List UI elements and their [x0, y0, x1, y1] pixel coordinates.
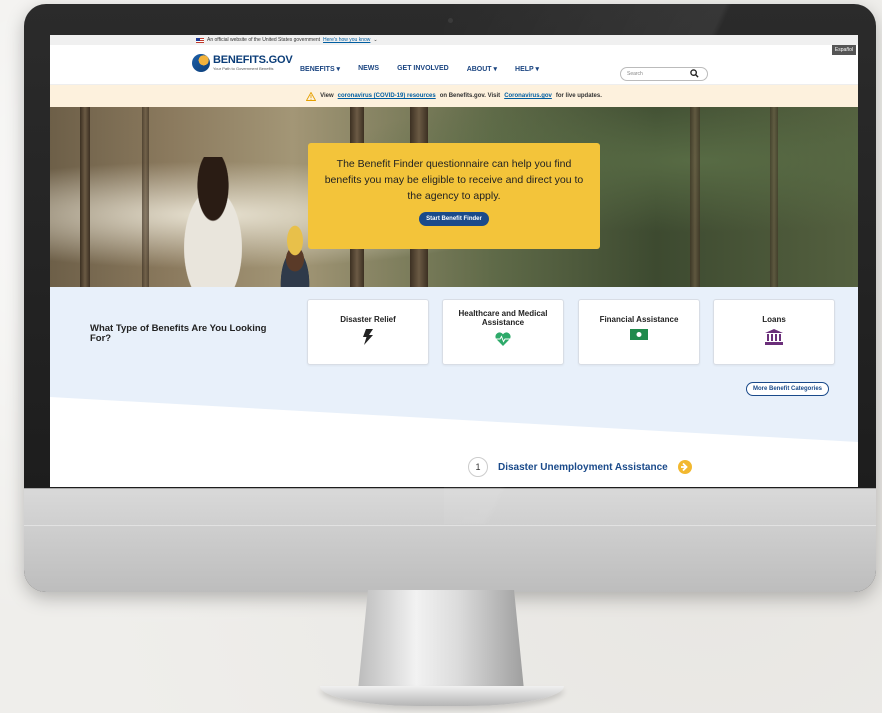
warning-icon	[306, 91, 317, 101]
search-input[interactable]: Search	[620, 67, 708, 81]
category-card-loans[interactable]: Loans	[713, 299, 835, 365]
monitor-stand-neck	[358, 590, 524, 690]
gov-banner: An official website of the United States…	[50, 35, 858, 45]
benefit-categories-section: What Type of Benefits Are You Looking Fo…	[50, 287, 858, 487]
search-placeholder: Search	[627, 71, 643, 77]
site-logo[interactable]: BENEFITS.GOV Your Path to Government Ben…	[192, 54, 293, 72]
category-card-financial-assistance[interactable]: Financial Assistance	[578, 299, 700, 365]
chevron-down-icon[interactable]: ⌄	[373, 37, 377, 43]
nav-help[interactable]: HELP ▾	[515, 65, 539, 73]
heartbeat-icon	[495, 332, 511, 346]
arrow-right-circle-icon[interactable]	[677, 460, 692, 474]
alert-middle: on Benefits.gov. Visit	[439, 93, 501, 99]
logo-subtitle: Your Path to Government Benefits	[213, 66, 274, 71]
nav-news[interactable]: NEWS	[358, 65, 379, 73]
search-icon[interactable]	[690, 69, 699, 78]
us-flag-icon	[196, 37, 204, 43]
nav-about[interactable]: ABOUT ▾	[467, 65, 497, 73]
featured-benefit-title[interactable]: Disaster Unemployment Assistance	[498, 462, 668, 473]
start-benefit-finder-button[interactable]: Start Benefit Finder	[419, 212, 489, 227]
money-bill-icon	[630, 328, 648, 340]
featured-number: 1	[468, 457, 488, 477]
covid-resources-link[interactable]: coronavirus (COVID-19) resources	[338, 93, 436, 99]
category-title: Loans	[762, 315, 786, 324]
benefits-heading: What Type of Benefits Are You Looking Fo…	[90, 323, 267, 345]
benefits-logo-icon	[192, 54, 210, 72]
coronavirus-gov-link[interactable]: Coronavirus.gov	[504, 93, 552, 99]
gov-banner-link[interactable]: Here's how you know	[323, 37, 370, 43]
browser-screen: An official website of the United States…	[50, 35, 858, 487]
site-header: BENEFITS.GOV Your Path to Government Ben…	[50, 45, 858, 85]
lightning-icon	[363, 328, 373, 345]
alert-prefix: View	[320, 93, 334, 99]
gov-banner-text: An official website of the United States…	[207, 37, 321, 43]
logo-title: BENEFITS.GOV	[213, 54, 293, 66]
hero-photo-woman	[168, 157, 258, 287]
category-card-healthcare[interactable]: Healthcare and Medical Assistance	[442, 299, 564, 365]
hero-section: The Benefit Finder questionnaire can hel…	[50, 107, 858, 287]
benefit-finder-text: The Benefit Finder questionnaire can hel…	[324, 158, 584, 202]
bank-icon	[765, 328, 783, 345]
benefit-finder-card: The Benefit Finder questionnaire can hel…	[308, 143, 600, 249]
more-benefit-categories-button[interactable]: More Benefit Categories	[746, 382, 830, 396]
category-title: Healthcare and Medical Assistance	[458, 309, 548, 327]
category-title: Disaster Relief	[340, 315, 396, 324]
category-title: Financial Assistance	[599, 315, 679, 324]
category-card-disaster-relief[interactable]: Disaster Relief	[307, 299, 429, 365]
monitor-chin	[24, 488, 876, 592]
covid-alert-banner: View coronavirus (COVID-19) resources on…	[50, 85, 858, 107]
camera	[448, 18, 453, 23]
nav-benefits[interactable]: BENEFITS ▾	[300, 65, 340, 73]
nav-get-involved[interactable]: GET INVOLVED	[397, 65, 449, 73]
featured-benefit[interactable]: 1 Disaster Unemployment Assistance	[468, 457, 692, 477]
main-nav: BENEFITS ▾ NEWS GET INVOLVED ABOUT ▾ HEL…	[300, 65, 539, 73]
alert-suffix: for live updates.	[555, 93, 602, 99]
